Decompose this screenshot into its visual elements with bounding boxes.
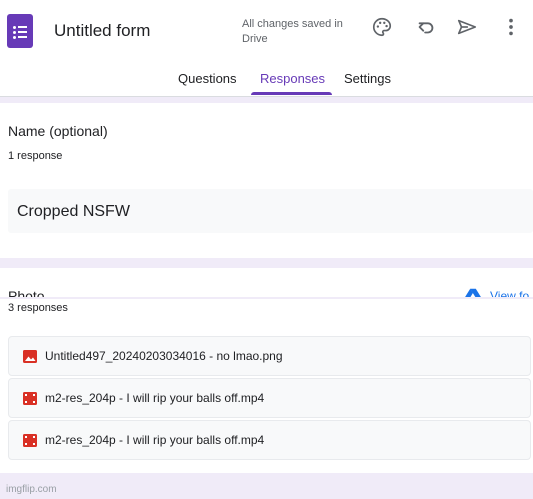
file-response-item[interactable]: m2-res_204p - I will rip your balls off.… [8, 420, 531, 460]
tab-settings[interactable]: Settings [344, 71, 391, 86]
question-card-photo: 3 responses Untitled497_20240203034016 -… [0, 299, 533, 473]
watermark: imgflip.com [6, 484, 57, 495]
question-title: Name (optional) [8, 123, 108, 139]
active-tab-indicator [251, 92, 332, 95]
file-response-item[interactable]: Untitled497_20240203034016 - no lmao.png [8, 336, 531, 376]
top-bar: Untitled form All changes saved in Drive [0, 0, 533, 60]
google-drive-icon[interactable] [464, 288, 482, 297]
more-vert-icon[interactable] [500, 16, 522, 38]
undo-icon[interactable] [415, 16, 437, 38]
file-name[interactable]: Untitled497_20240203034016 - no lmao.png [45, 349, 283, 363]
video-file-icon [23, 392, 37, 405]
tab-questions[interactable]: Questions [178, 71, 237, 86]
image-file-icon [23, 350, 37, 363]
response-count: 3 responses [8, 302, 68, 314]
question-card-photo-header: Photo View fo [0, 268, 533, 297]
response-count: 1 response [8, 150, 63, 162]
file-response-item[interactable]: m2-res_204p - I will rip your balls off.… [8, 378, 531, 418]
answer-item: Cropped NSFW [8, 189, 533, 233]
answer-text: Cropped NSFW [17, 203, 130, 220]
video-file-icon [23, 434, 37, 447]
save-status: All changes saved in Drive [242, 18, 343, 45]
form-title[interactable]: Untitled form [54, 21, 150, 41]
question-title: Photo [8, 288, 45, 297]
send-icon[interactable] [456, 16, 478, 38]
question-card-name: Name (optional) 1 response Cropped NSFW [0, 103, 533, 258]
file-name[interactable]: m2-res_204p - I will rip your balls off.… [45, 433, 264, 447]
palette-icon[interactable] [371, 16, 393, 38]
tab-responses[interactable]: Responses [260, 71, 325, 86]
view-folder-link[interactable]: View fo [490, 289, 529, 297]
file-name[interactable]: m2-res_204p - I will rip your balls off.… [45, 391, 264, 405]
forms-logo-icon[interactable] [7, 14, 33, 48]
